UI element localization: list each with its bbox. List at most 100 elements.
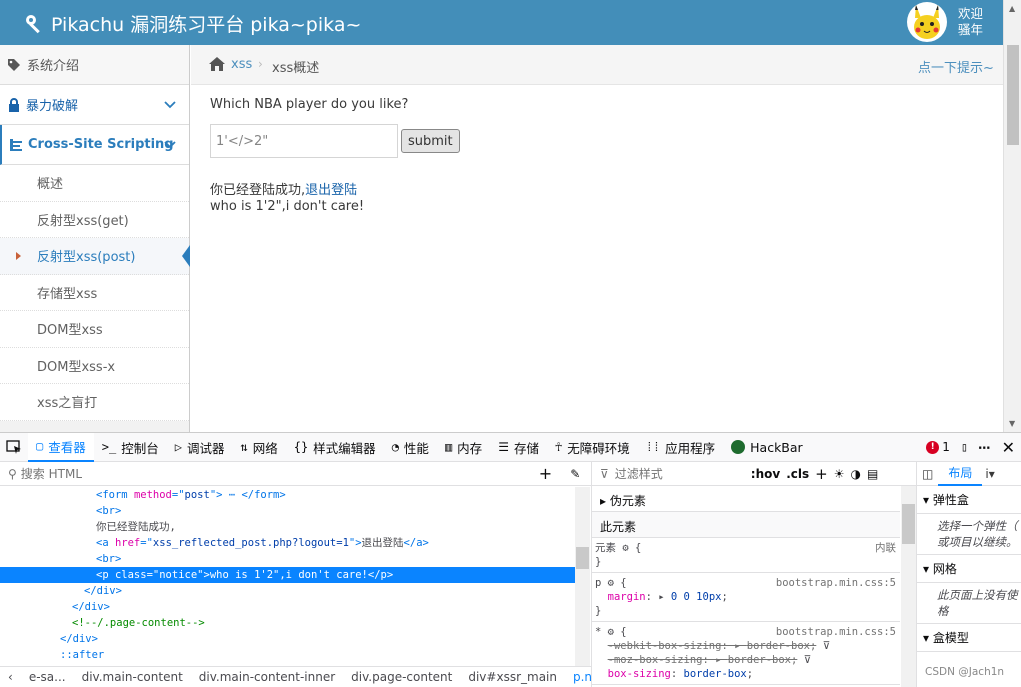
sidebar-item-bruteforce[interactable]: 暴力破解 <box>0 85 189 125</box>
logout-link[interactable]: 退出登陆 <box>305 183 357 198</box>
pseudo-elements-header[interactable]: ▸ 伪元素 <box>592 486 900 512</box>
prop-name[interactable]: -webkit-box-sizing <box>608 640 722 652</box>
submenu-item-reflected-post[interactable]: 反射型xss(post) <box>0 238 190 275</box>
tab-memory[interactable]: ▥ 内存 <box>437 433 490 462</box>
cls-toggle[interactable]: .cls <box>786 467 809 481</box>
crumb[interactable]: div.page-content <box>343 670 460 684</box>
crumb[interactable]: e-sa... <box>21 670 74 684</box>
rule-source: 内联 <box>875 542 896 554</box>
tree-node[interactable]: 你已经登陆成功, <box>0 519 575 535</box>
prop-name[interactable]: margin <box>608 591 646 603</box>
prop-value[interactable]: border-box <box>684 668 747 680</box>
tree-node[interactable]: </div> <box>0 599 575 615</box>
add-node-icon[interactable]: + <box>539 464 552 483</box>
player-input[interactable] <box>210 124 398 158</box>
tree-node[interactable]: <!--/.page-content--> <box>0 615 575 631</box>
rule-inline[interactable]: 元素 ⚙ {} 内联 <box>592 538 900 573</box>
more-button[interactable]: ⋯ <box>973 433 996 462</box>
page-content: Which NBA player do you like? submit 你已经… <box>191 86 1003 432</box>
tree-scrollbar[interactable] <box>575 487 590 667</box>
tree-node[interactable]: ::after <box>0 647 575 663</box>
html-search-input[interactable] <box>20 466 521 481</box>
tab-application[interactable]: ⁞⁞ 应用程序 <box>638 433 723 462</box>
tab-debugger[interactable]: ▷ 调试器 <box>167 433 233 462</box>
tree-node-selected[interactable]: <p class="notice">who is 1'2",i don't ca… <box>0 567 575 583</box>
filter-styles-input[interactable] <box>614 466 745 481</box>
tree-node[interactable]: <br> <box>0 503 575 519</box>
eyedropper-icon[interactable]: ✎ <box>570 467 580 481</box>
submenu-item-overview[interactable]: 概述 <box>0 165 189 202</box>
crumb[interactable]: div.main-content <box>74 670 191 684</box>
more-tabs-icon[interactable]: ⅰ▾ <box>982 467 997 481</box>
tab-label: HackBar <box>750 439 803 455</box>
submenu-item-dom-x[interactable]: DOM型xss-x <box>0 347 189 384</box>
submenu-item-stored[interactable]: 存储型xss <box>0 274 189 311</box>
page-scrollbar[interactable]: ▲ ▼ <box>1003 0 1021 432</box>
close-devtools-button[interactable]: ✕ <box>996 433 1021 462</box>
html-tree: <form method="post"> ⋯ </form> <br> 你已经登陆成… <box>0 487 575 667</box>
avatar[interactable] <box>907 2 947 42</box>
prop-name[interactable]: box-sizing <box>608 668 671 680</box>
sidebar-toggle-icon[interactable]: ◫ <box>917 467 938 481</box>
crumb-selected[interactable]: p.notice <box>565 670 592 684</box>
dock-button[interactable]: ▯ <box>956 433 973 462</box>
scroll-down-icon[interactable]: ▼ <box>1009 419 1015 428</box>
prop-value[interactable]: 0 0 10px <box>671 591 722 603</box>
crumb[interactable]: div.main-content-inner <box>191 670 343 684</box>
tree-node[interactable]: </div> <box>0 583 575 599</box>
tab-console[interactable]: >_ 控制台 <box>94 433 167 462</box>
tab-performance[interactable]: ◔ 性能 <box>384 433 437 462</box>
dark-theme-icon[interactable]: ◑ <box>851 467 861 481</box>
tab-network[interactable]: ⇅ 网络 <box>232 433 285 462</box>
brand[interactable]: Pikachu 漏洞练习平台 pika~pika~ <box>25 10 361 37</box>
rule-source[interactable]: bootstrap.min.css:5 <box>776 576 896 590</box>
box-model-section[interactable]: ▾ 盒模型 <box>917 624 1021 652</box>
home-icon[interactable] <box>208 56 226 72</box>
rule-source[interactable]: bootstrap.min.css:5 <box>776 625 896 639</box>
html-search-row: ⚲ + ✎ <box>0 462 592 486</box>
tree-node[interactable]: <a href="xss_reflected_post.php?logout=1… <box>0 535 575 551</box>
flexbox-section[interactable]: ▾ 弹性盒 <box>917 486 1021 514</box>
tree-node[interactable]: <form method="post"> ⋯ </form> <box>0 487 575 503</box>
add-rule-icon[interactable]: + <box>815 465 828 483</box>
prop-value[interactable]: border-box <box>728 654 791 666</box>
tree-node[interactable]: </div> <box>0 631 575 647</box>
error-count-badge[interactable]: ! 1 <box>920 440 956 454</box>
tab-label: 网络 <box>252 440 278 456</box>
prop-value[interactable]: border-box <box>747 640 810 652</box>
scroll-up-icon[interactable]: ▲ <box>1009 4 1015 13</box>
crumb[interactable]: div#xssr_main <box>460 670 565 684</box>
welcome-text[interactable]: 欢迎 骚年 <box>958 6 983 38</box>
tab-accessibility[interactable]: ☥ 无障碍环境 <box>547 433 638 462</box>
submit-button[interactable]: submit <box>401 129 460 153</box>
breadcrumb-link-xss[interactable]: xss <box>231 57 252 72</box>
tab-label: 布局 <box>948 466 973 480</box>
submenu-item-blind[interactable]: xss之盲打 <box>0 384 189 421</box>
rule-p[interactable]: p ⚙ { margin: ▸ 0 0 10px;} bootstrap.min.… <box>592 573 900 622</box>
rule-universal[interactable]: * ⚙ { -webkit-box-sizing: ▸ border-box; … <box>592 622 900 685</box>
section-title: 网格 <box>932 562 957 576</box>
tab-storage[interactable]: ☰ 存储 <box>490 433 547 462</box>
submenu-item-dom[interactable]: DOM型xss <box>0 311 189 348</box>
scroll-thumb[interactable] <box>1007 45 1019 145</box>
submenu-item-reflected-get[interactable]: 反射型xss(get) <box>0 201 189 238</box>
print-media-icon[interactable]: ▤ <box>867 467 878 481</box>
tree-node[interactable]: <br> <box>0 551 575 567</box>
tab-hackbar[interactable]: HackBar <box>723 433 811 462</box>
layout-tabs: ◫ 布局 ⅰ▾ <box>917 462 1021 486</box>
element-picker-button[interactable] <box>0 433 28 462</box>
crumb-scroll-left-icon[interactable]: ‹ <box>0 670 21 684</box>
grid-section[interactable]: ▾ 网格 <box>917 555 1021 583</box>
tab-inspector[interactable]: ▢ 查看器 <box>28 432 94 462</box>
this-element-header: 此元素 <box>592 512 900 538</box>
tab-style-editor[interactable]: {} 样式编辑器 <box>286 433 384 462</box>
hov-toggle[interactable]: :hov <box>751 467 780 481</box>
rules-scrollbar[interactable] <box>901 486 916 687</box>
light-theme-icon[interactable]: ☀ <box>834 467 845 481</box>
sidebar-item-intro[interactable]: 系统介绍 <box>0 45 189 85</box>
prop-name[interactable]: -moz-box-sizing <box>608 654 703 666</box>
submenu-label: 概述 <box>37 177 64 193</box>
tab-layout[interactable]: 布局 <box>938 462 983 486</box>
sidebar-item-xss[interactable]: Cross-Site Scripting <box>0 125 189 165</box>
hint-link[interactable]: 点一下提示~ <box>918 57 994 76</box>
